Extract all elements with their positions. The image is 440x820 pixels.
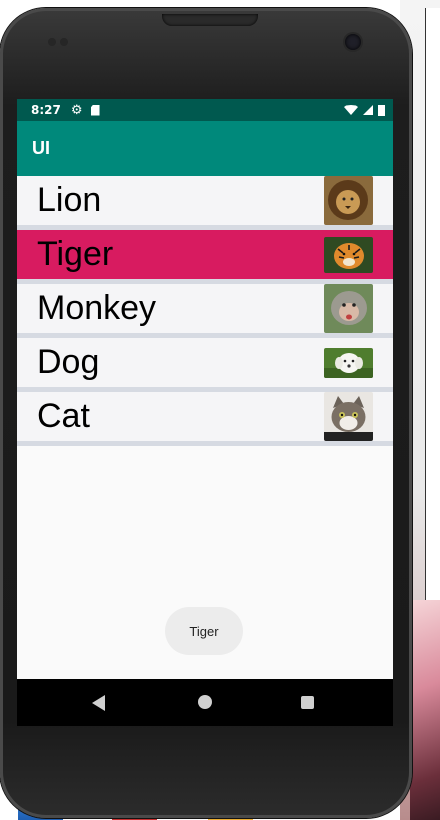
front-camera (345, 34, 361, 50)
monkey-photo-icon (324, 284, 373, 333)
list-item-label: Cat (37, 397, 90, 435)
list-item-label: Monkey (37, 289, 157, 327)
animal-list: Lion Tiger Monkey Dog Cat (17, 176, 393, 446)
cell-signal-icon (363, 105, 373, 115)
app-title: UI (32, 138, 50, 158)
tiger-photo-icon (324, 237, 373, 273)
cat-photo-icon (324, 392, 373, 441)
list-item-label: Dog (37, 343, 100, 381)
app-bar: UI (17, 121, 393, 176)
settings-gear-icon: ⚙ (70, 102, 83, 118)
home-icon[interactable] (198, 695, 212, 709)
device-screen: 8:27 ⚙ UI Lion Tiger Monkey Dog Cat Tige… (17, 99, 393, 726)
recents-icon[interactable] (301, 696, 314, 709)
dog-photo-icon (324, 348, 373, 378)
battery-icon (378, 104, 385, 116)
lion-photo-icon (324, 176, 373, 225)
wallpaper-art (410, 600, 440, 820)
sd-card-icon (90, 104, 100, 116)
background-window (425, 8, 440, 604)
back-icon[interactable] (92, 695, 105, 711)
status-time: 8:27 (31, 103, 61, 117)
navigation-bar (17, 679, 393, 726)
list-item-tiger[interactable]: Tiger (17, 230, 393, 284)
proximity-sensor (48, 38, 56, 46)
list-item-dog[interactable]: Dog (17, 338, 393, 392)
toast-text: Tiger (189, 623, 219, 639)
earpiece-speaker (162, 14, 258, 26)
status-bar: 8:27 ⚙ (17, 99, 393, 121)
light-sensor (60, 38, 68, 46)
list-item-label: Lion (37, 181, 102, 219)
phone-frame: 8:27 ⚙ UI Lion Tiger Monkey Dog Cat Tige… (0, 8, 412, 818)
toast-message: Tiger (165, 607, 243, 655)
wifi-icon (344, 105, 358, 115)
list-item-label: Tiger (37, 235, 114, 273)
list-item-monkey[interactable]: Monkey (17, 284, 393, 338)
list-item-lion[interactable]: Lion (17, 176, 393, 230)
list-item-cat[interactable]: Cat (17, 392, 393, 446)
